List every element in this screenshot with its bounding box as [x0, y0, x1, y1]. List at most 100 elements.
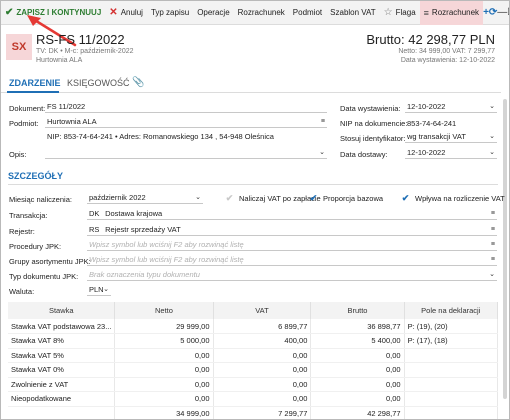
- miesiac-label: Miesiąc naliczenia:: [9, 195, 72, 204]
- data-wystawienia-label: Data wystawienia:: [340, 104, 401, 113]
- chevron-down-icon[interactable]: ⌄: [489, 101, 495, 112]
- chevron-down-icon[interactable]: ⌄: [489, 131, 495, 142]
- toolbar-item-operacje[interactable]: Operacje: [193, 1, 233, 25]
- column-header[interactable]: Netto: [114, 302, 214, 319]
- column-header[interactable]: Brutto: [310, 302, 405, 319]
- miesiac-select[interactable]: październik 2022 ⌄: [87, 192, 203, 204]
- cell[interactable]: 0,00: [310, 377, 405, 392]
- cell[interactable]: 0,00: [310, 391, 405, 407]
- procedury-input[interactable]: Wpisz symbol lub wciśnij F2 aby rozwinąć…: [87, 239, 497, 251]
- column-header[interactable]: VAT: [213, 302, 312, 319]
- brutto-total: Brutto: 42 298,77 PLN: [366, 32, 495, 47]
- cell[interactable]: 29 999,00: [114, 319, 214, 334]
- netto-vat-summary: Netto: 34 999,00 VAT: 7 299,77: [398, 48, 495, 55]
- dokument-input[interactable]: FS 11/2022: [45, 101, 327, 113]
- cell[interactable]: 0,00: [114, 391, 214, 407]
- toolbar: ✔ ZAPISZ I KONTYNUUJ ✕ Anuluj Typ zapisu…: [1, 1, 509, 25]
- checkbox-label: Proporcja bazowa: [323, 194, 384, 203]
- podmiot-input[interactable]: Hurtownia ALA ≡: [45, 116, 327, 128]
- transakcja-input[interactable]: DK Dostawa krajowa ≡: [87, 208, 497, 220]
- cell[interactable]: 0,00: [213, 348, 312, 363]
- column-header[interactable]: Stawka: [8, 302, 116, 319]
- transakcja-value: Dostawa krajowa: [105, 209, 163, 218]
- procedury-label: Procedury JPK:: [9, 242, 62, 251]
- checkbox-wplywa-na-vat[interactable]: ✔ Wpływa na rozliczenie VAT: [401, 193, 505, 203]
- minimize-icon[interactable]: —: [497, 1, 507, 25]
- dokument-label: Dokument:: [9, 104, 46, 113]
- table-row[interactable]: Nieopodatkowane 0,00 0,00 0,00: [8, 391, 499, 407]
- cell[interactable]: 0,00: [213, 362, 312, 378]
- cell[interactable]: 0,00: [114, 362, 214, 378]
- chevron-down-icon[interactable]: ⌄: [195, 192, 201, 203]
- waluta-select[interactable]: PLN ⌄: [87, 284, 111, 296]
- document-window: ✔ ZAPISZ I KONTYNUUJ ✕ Anuluj Typ zapisu…: [0, 0, 510, 420]
- toolbar-item-podmiot[interactable]: Podmiot: [289, 1, 326, 25]
- grupy-label: Grupy asortymentu JPK:: [9, 257, 91, 266]
- list-icon[interactable]: ≡: [321, 116, 325, 127]
- cell: [404, 348, 499, 363]
- list-icon[interactable]: ≡: [491, 208, 495, 219]
- cell: P: (19), (20): [404, 319, 499, 334]
- cell[interactable]: 5 400,00: [310, 333, 405, 349]
- list-icon[interactable]: ≡: [491, 224, 495, 235]
- typ-dokumentu-input[interactable]: Brak oznaczenia typu dokumentu ⌄: [87, 269, 497, 281]
- data-dostawy-input[interactable]: 12-10-2022 ⌄: [405, 147, 497, 159]
- column-header[interactable]: Pole na deklaracji: [404, 302, 499, 319]
- table-row[interactable]: Stawka VAT 8% 5 000,00 400,00 5 400,00 P…: [8, 333, 499, 349]
- cell: [404, 362, 499, 378]
- table-row[interactable]: Stawka VAT 5% 0,00 0,00 0,00: [8, 348, 499, 363]
- cell[interactable]: 0,00: [213, 377, 312, 392]
- cell[interactable]: 6 899,77: [213, 319, 312, 334]
- checkbox-label: Wpływa na rozliczenie VAT: [415, 194, 505, 203]
- close-icon: ✕: [109, 7, 118, 18]
- tab-zdarzenie[interactable]: ZDARZENIE: [9, 78, 61, 88]
- cell[interactable]: 0,00: [114, 377, 214, 392]
- flag-button[interactable]: ☆ Flaga: [380, 1, 420, 25]
- chevron-down-icon[interactable]: ⌄: [489, 269, 495, 280]
- cell[interactable]: 400,00: [213, 333, 312, 349]
- total-vat: 7 299,77: [213, 405, 312, 419]
- checkbox-vat-po-zaplacie[interactable]: ✔ Naliczaj VAT po zapłacie: [225, 193, 321, 203]
- toolbar-item-szablon-vat[interactable]: Szablon VAT: [326, 1, 380, 25]
- toolbar-item-rozrachunek[interactable]: Rozrachunek: [234, 1, 289, 25]
- toolbar-item-typ-zapisu[interactable]: Typ zapisu: [147, 1, 193, 25]
- chevron-down-icon[interactable]: ⌄: [103, 284, 109, 295]
- checkbox-proporcja-bazowa[interactable]: ✔ Proporcja bazowa: [309, 193, 384, 203]
- cell[interactable]: 0,00: [213, 391, 312, 407]
- opis-input[interactable]: ⌄: [45, 147, 327, 159]
- stosuj-identyfikator-label: Stosuj identyfikator:: [340, 134, 406, 143]
- rozrachunek-panel-label: Rozrachunek: [431, 8, 480, 17]
- total-netto: 34 999,00: [114, 405, 214, 419]
- rejestr-value: Rejestr sprzedaży VAT: [105, 225, 181, 234]
- cell[interactable]: 0,00: [114, 348, 214, 363]
- rejestr-input[interactable]: RS Rejestr sprzedaży VAT ≡: [87, 224, 497, 236]
- list-icon[interactable]: ≡: [491, 254, 495, 265]
- chevron-down-icon[interactable]: ⌄: [319, 147, 325, 158]
- table-header-row: Stawka Netto VAT Brutto Pole na deklarac…: [8, 302, 499, 319]
- cell[interactable]: 0,00: [310, 348, 405, 363]
- data-wystawienia-input[interactable]: 12-10-2022 ⌄: [405, 101, 497, 113]
- save-and-continue-button[interactable]: ✔ ZAPISZ I KONTYNUUJ: [1, 1, 105, 25]
- table-row[interactable]: Zwolnienie z VAT 0,00 0,00 0,00: [8, 377, 499, 392]
- scrollbar[interactable]: [503, 99, 507, 399]
- list-icon[interactable]: ≡: [491, 239, 495, 250]
- attachment-icon[interactable]: 📎: [132, 77, 144, 88]
- add-link-icon[interactable]: +⟳: [483, 1, 497, 25]
- checkbox-icon: ✔: [225, 193, 234, 203]
- cell[interactable]: 36 898,77: [310, 319, 405, 334]
- cancel-button[interactable]: ✕ Anuluj: [105, 1, 147, 25]
- stosuj-identyfikator-select[interactable]: wg transakcji VAT ⌄: [405, 131, 497, 143]
- nip-dokument-value: 853-74-64-241: [407, 119, 457, 128]
- cell: Nieopodatkowane: [8, 391, 116, 407]
- table-row[interactable]: Stawka VAT podstawowa 23... 29 999,00 6 …: [8, 319, 499, 334]
- cell[interactable]: 5 000,00: [114, 333, 214, 349]
- table-row[interactable]: Stawka VAT 0% 0,00 0,00 0,00: [8, 362, 499, 378]
- grupy-input[interactable]: Wpisz symbol lub wciśnij F2 aby rozwinąć…: [87, 254, 497, 266]
- typ-dokumentu-label: Typ dokumentu JPK:: [9, 272, 79, 281]
- cell[interactable]: 0,00: [310, 362, 405, 378]
- tab-ksiegowosc[interactable]: KSIĘGOWOŚĆ: [67, 78, 130, 88]
- active-tab-indicator: [7, 91, 59, 93]
- save-label: ZAPISZ I KONTYNUUJ: [16, 8, 102, 17]
- chevron-down-icon[interactable]: ⌄: [489, 147, 495, 158]
- rozrachunek-panel-button[interactable]: ≡ Rozrachunek: [419, 1, 484, 25]
